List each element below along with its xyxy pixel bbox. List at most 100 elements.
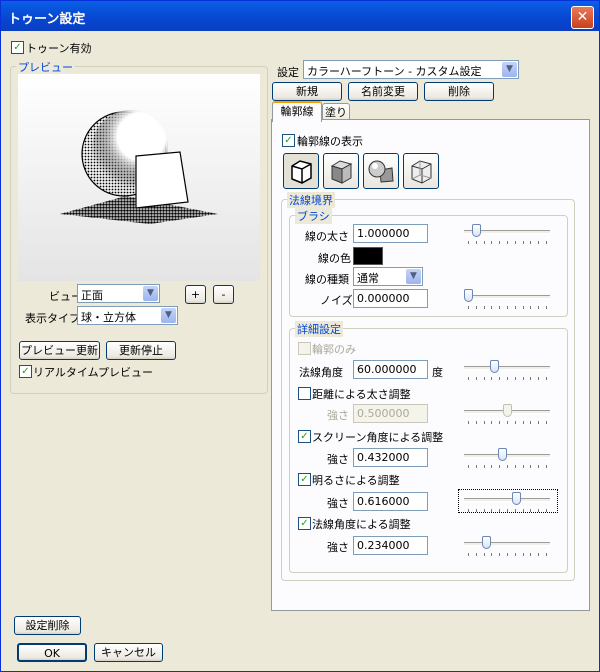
title-bar[interactable]: トゥーン設定 ✕ (1, 1, 599, 31)
slider-tick (483, 241, 485, 244)
slider-tick (507, 421, 508, 424)
slider-tick (468, 509, 469, 512)
settings-preset-select[interactable]: カラーハーフトーン - カスタム設定 ▼ (303, 60, 519, 79)
sphere-cube-icon (368, 160, 394, 183)
screen-angle-checkbox[interactable]: ✓ (298, 430, 311, 443)
view-select[interactable]: 正面 ▼ (77, 284, 160, 303)
line-width-label: 線の太さ (305, 230, 349, 243)
tab-outline[interactable]: 輪郭線 (272, 101, 322, 122)
slider-tick (546, 509, 547, 512)
mode-button-shaded[interactable] (323, 153, 359, 189)
slider-tick (522, 241, 524, 244)
brightness-adjust-checkbox[interactable]: ✓ (298, 473, 311, 486)
slider-thumb[interactable] (497, 448, 507, 461)
delete-preset-button[interactable]: 削除 (424, 82, 494, 101)
normal-angle-input[interactable]: 60.000000 (353, 360, 428, 379)
slider-tick (491, 241, 493, 244)
degree-unit-label: 度 (432, 366, 443, 379)
preview-render-image (60, 110, 218, 224)
preview-group-title: プレビュー (16, 59, 75, 75)
rename-preset-button[interactable]: 名前変更 (348, 82, 418, 101)
show-outline-checkbox[interactable]: ✓ (282, 134, 295, 147)
cube-wire-icon (411, 160, 432, 184)
slider-tick (491, 553, 493, 556)
toon-enabled-label: トゥーン有効 (26, 42, 92, 55)
slider-thumb[interactable] (481, 536, 491, 549)
line-type-select[interactable]: 通常 ▼ (353, 267, 423, 286)
slider-tick (514, 421, 516, 424)
slider-tick (468, 377, 469, 380)
slider-tick (507, 241, 508, 244)
slider-tick (499, 553, 501, 556)
stop-update-button[interactable]: 更新停止 (106, 341, 176, 360)
line-width-slider[interactable] (464, 222, 552, 244)
normal-angle-label: 法線角度 (299, 366, 343, 379)
slider-tick (538, 241, 540, 244)
slider-thumb[interactable] (512, 492, 522, 505)
mode-button-outline[interactable] (283, 153, 319, 189)
distance-strength-slider[interactable] (464, 402, 552, 424)
slider-tick (514, 306, 516, 309)
slider-tick (530, 553, 532, 556)
zoom-out-button[interactable]: - (213, 285, 234, 304)
line-color-swatch[interactable] (353, 247, 383, 265)
display-type-value: 球・立方体 (81, 311, 136, 324)
realtime-preview-checkbox[interactable]: ✓ (19, 365, 32, 378)
slider-tick (475, 465, 477, 468)
normal-angle-adjust-checkbox[interactable]: ✓ (298, 517, 311, 530)
slider-thumb[interactable] (489, 360, 499, 373)
toon-enabled-checkbox[interactable]: ✓ (11, 41, 24, 54)
outline-only-checkbox[interactable] (298, 342, 311, 355)
normal-strength-slider[interactable] (464, 534, 552, 556)
slider-tick (475, 421, 477, 424)
brightness-adjust-label: 明るさによる調整 (312, 474, 400, 487)
mode-button-sphere[interactable] (363, 153, 399, 189)
brightness-strength-input[interactable]: 0.616000 (353, 492, 428, 511)
slider-tick (538, 421, 540, 424)
slider-tick (483, 553, 485, 556)
slider-tick (514, 377, 516, 380)
mode-button-wire[interactable] (403, 153, 439, 189)
noise-slider[interactable] (464, 287, 552, 309)
delete-settings-button[interactable]: 設定削除 (14, 616, 81, 635)
slider-tick (483, 465, 485, 468)
slider-tick (546, 306, 547, 309)
slider-tick (468, 553, 469, 556)
screen-strength-input[interactable]: 0.432000 (353, 448, 428, 467)
cube-outline-icon (291, 160, 312, 184)
close-button[interactable]: ✕ (571, 6, 594, 29)
slider-tick (475, 509, 477, 512)
distance-adjust-checkbox[interactable] (298, 387, 311, 400)
line-color-label: 線の色 (318, 252, 351, 265)
screen-strength-slider[interactable] (464, 446, 552, 468)
view-value: 正面 (81, 289, 103, 302)
slider-tick (475, 241, 477, 244)
slider-thumb[interactable] (464, 289, 473, 302)
toon-settings-dialog: トゥーン設定 ✕ ✓ トゥーン有効 プレビュー ビュー 正面 ▼ + - 表示タ… (0, 0, 600, 672)
normal-strength-input[interactable]: 0.234000 (353, 536, 428, 555)
slider-thumb[interactable] (471, 224, 481, 237)
distance-strength-input[interactable]: 0.500000 (353, 404, 428, 423)
slider-tick (491, 377, 493, 380)
zoom-in-button[interactable]: + (185, 285, 206, 304)
preview-update-button[interactable]: プレビュー更新 (19, 341, 100, 360)
brightness-strength-slider[interactable] (464, 490, 552, 512)
realtime-preview-label: リアルタイムプレビュー (33, 366, 154, 379)
new-preset-button[interactable]: 新規 (272, 82, 342, 101)
slider-tick (522, 465, 524, 468)
cancel-button[interactable]: キャンセル (94, 643, 163, 662)
ok-button[interactable]: OK (17, 643, 87, 662)
cube-shaded-icon (330, 160, 353, 184)
slider-tick (507, 553, 508, 556)
slider-thumb[interactable] (503, 404, 512, 417)
slider-tick (483, 421, 485, 424)
normal-angle-slider[interactable] (464, 358, 552, 380)
slider-tick (546, 241, 547, 244)
slider-tick (499, 465, 501, 468)
distance-strength-label: 強さ (327, 409, 349, 422)
line-width-input[interactable]: 1.000000 (353, 224, 428, 243)
slider-tick (491, 465, 493, 468)
display-type-select[interactable]: 球・立方体 ▼ (77, 306, 178, 325)
preview-viewport[interactable] (18, 74, 260, 281)
noise-input[interactable]: 0.000000 (353, 289, 428, 308)
